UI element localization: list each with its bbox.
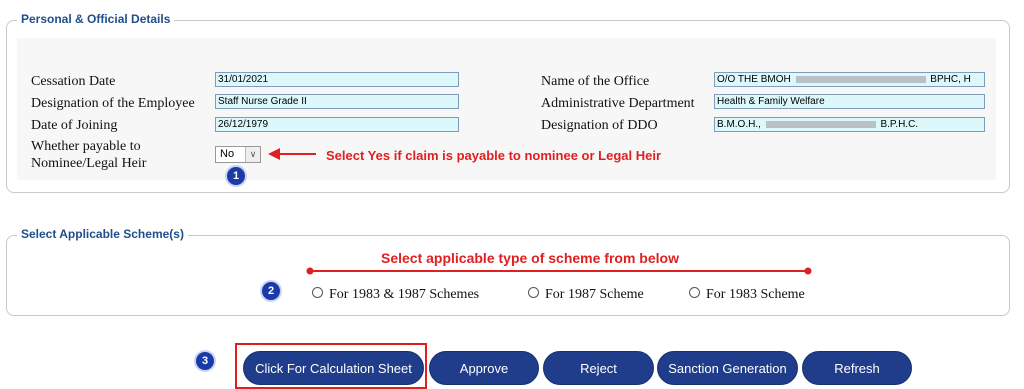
payable-label-line1: Whether payable to	[31, 139, 141, 154]
radio-icon	[689, 287, 700, 298]
date-of-joining-label: Date of Joining	[31, 118, 118, 133]
radio-icon	[312, 287, 323, 298]
scheme-option-1983[interactable]: For 1983 Scheme	[689, 287, 805, 303]
sanction-generation-button[interactable]: Sanction Generation	[657, 351, 798, 385]
date-of-joining-field[interactable]: 26/12/1979	[215, 117, 459, 132]
ddo-designation-suffix: B.P.H.C.	[880, 119, 919, 130]
scheme-annotation-line	[306, 267, 812, 275]
cessation-date-label: Cessation Date	[31, 74, 116, 89]
chevron-down-icon: ∨	[245, 147, 260, 162]
ddo-designation-label: Designation of DDO	[541, 118, 658, 133]
scheme-option-label: For 1983 & 1987 Schemes	[329, 287, 480, 302]
scheme-option-label: For 1987 Scheme	[545, 287, 644, 302]
office-name-label: Name of the Office	[541, 74, 650, 89]
step-badge-2: 2	[262, 282, 280, 300]
payable-label-line2: Nominee/Legal Heir	[31, 156, 147, 171]
calculation-sheet-button[interactable]: Click For Calculation Sheet	[243, 351, 424, 385]
admin-department-field[interactable]: Health & Family Welfare	[714, 94, 985, 109]
designation-employee-label: Designation of the Employee	[31, 96, 195, 111]
approve-button[interactable]: Approve	[429, 351, 539, 385]
reject-button[interactable]: Reject	[543, 351, 654, 385]
office-name-field[interactable]: O/O THE BMOH BPHC, H	[714, 72, 985, 87]
designation-employee-field[interactable]: Staff Nurse Grade II	[215, 94, 459, 109]
refresh-button[interactable]: Refresh	[802, 351, 912, 385]
payable-select-value: No	[220, 148, 235, 160]
payable-select[interactable]: No ∨	[215, 146, 261, 163]
left-arrow-icon	[268, 148, 316, 160]
office-name-prefix: O/O THE BMOH	[717, 74, 791, 85]
personal-details-legend: Personal & Official Details	[17, 12, 175, 26]
admin-department-label: Administrative Department	[541, 96, 695, 111]
ddo-designation-field[interactable]: B.M.O.H., B.P.H.C.	[714, 117, 985, 132]
scheme-legend: Select Applicable Scheme(s)	[17, 227, 188, 241]
redacted-block	[795, 75, 926, 83]
payable-annotation: Select Yes if claim is payable to nomine…	[326, 148, 662, 163]
radio-icon	[528, 287, 539, 298]
step-badge-3: 3	[196, 352, 214, 370]
scheme-option-1983-1987[interactable]: For 1983 & 1987 Schemes	[312, 287, 479, 303]
step-badge-1: 1	[227, 167, 245, 185]
ddo-designation-prefix: B.M.O.H.,	[717, 119, 761, 130]
scheme-option-1987[interactable]: For 1987 Scheme	[528, 287, 644, 303]
redacted-block	[765, 120, 876, 128]
cessation-date-field[interactable]: 31/01/2021	[215, 72, 459, 87]
scheme-option-label: For 1983 Scheme	[706, 287, 805, 302]
office-name-suffix: BPHC, H	[930, 74, 971, 85]
scheme-annotation: Select applicable type of scheme from be…	[381, 250, 679, 266]
